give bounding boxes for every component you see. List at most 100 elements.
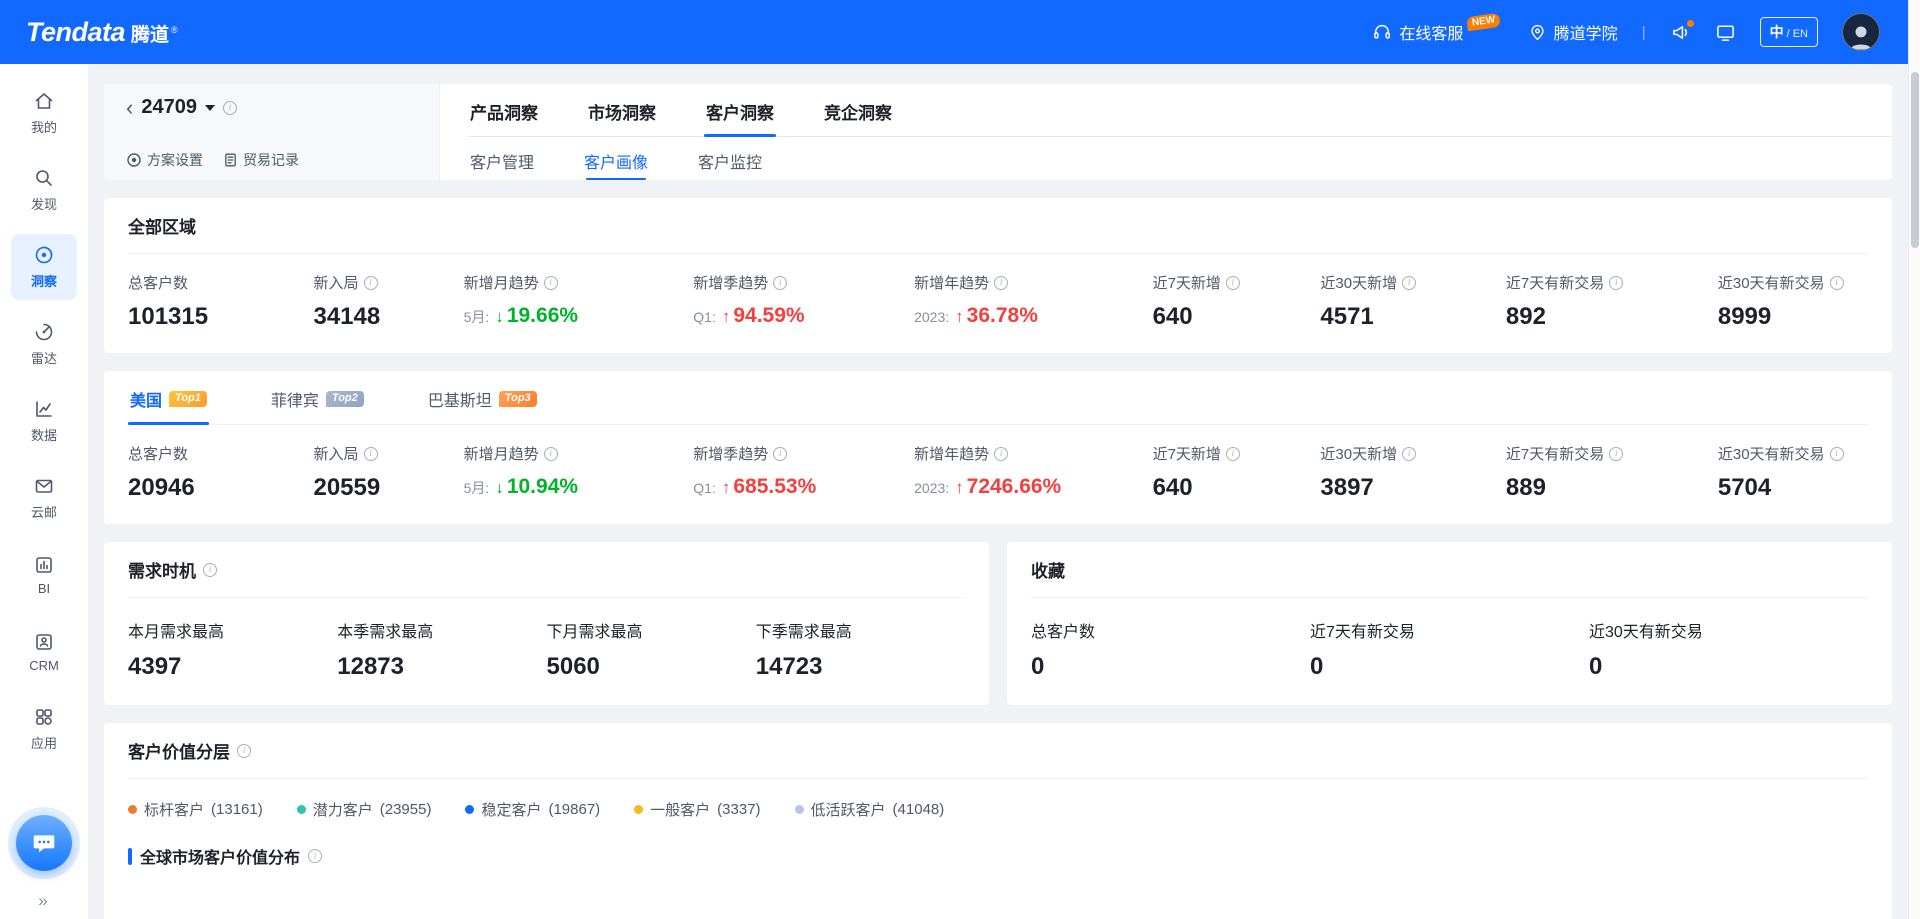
mail-icon [33, 475, 55, 497]
tendata-logo[interactable]: Tendata 腾道 ® [26, 17, 178, 48]
plan-settings-label: 方案设置 [147, 150, 203, 170]
info-icon[interactable] [544, 447, 558, 461]
country-name: 菲律宾 [271, 387, 319, 411]
trend-prefix: 5月: [464, 310, 490, 324]
country-tab-usa[interactable]: 美国 Top1 [128, 371, 209, 424]
info-icon[interactable] [1830, 447, 1844, 461]
info-icon[interactable] [1402, 276, 1416, 290]
info-icon[interactable] [1226, 447, 1240, 461]
tab-customer-monitoring[interactable]: 客户监控 [696, 137, 764, 180]
main-tabs: 产品洞察 市场洞察 客户洞察 竞企洞察 [468, 84, 1892, 137]
sidebar-item-label: 我的 [31, 117, 57, 136]
info-icon[interactable] [1402, 447, 1416, 461]
trend-down-arrow-icon: ↓ [495, 308, 504, 325]
legend-label: 稳定客户 [481, 799, 541, 820]
info-icon[interactable] [203, 563, 217, 577]
new-badge: NEW [1467, 13, 1502, 32]
tab-customer-management[interactable]: 客户管理 [468, 137, 536, 180]
stat-demand-next-quarter: 下季需求最高 14723 [756, 618, 965, 679]
tab-product-insight[interactable]: 产品洞察 [468, 84, 540, 136]
info-icon[interactable] [994, 447, 1008, 461]
favorites-title: 收藏 [1031, 557, 1065, 582]
sidebar-item-bi[interactable]: BI [11, 542, 77, 608]
sidebar-item-cloudmail[interactable]: 云邮 [11, 465, 77, 531]
trade-records-link[interactable]: 贸易记录 [223, 150, 299, 170]
info-icon[interactable] [223, 101, 237, 115]
language-toggle[interactable]: 中 / EN [1760, 17, 1818, 47]
info-icon[interactable] [994, 276, 1008, 290]
stat-label: 近7天有新交易 [1506, 443, 1604, 464]
sidebar-item-insight[interactable]: 洞察 [11, 234, 77, 300]
info-icon[interactable] [1609, 276, 1623, 290]
online-service-link[interactable]: 在线客服 NEW [1372, 20, 1503, 44]
legend-item-general[interactable]: 一般客户 (3337) [634, 799, 760, 820]
stat-value: 892 [1506, 305, 1718, 329]
legend-item-benchmark[interactable]: 标杆客户 (13161) [128, 799, 263, 820]
tab-customer-insight[interactable]: 客户洞察 [704, 84, 776, 136]
country-tab-pakistan[interactable]: 巴基斯坦 Top3 [426, 371, 539, 424]
stat-value: 20946 [128, 476, 313, 500]
academy-link[interactable]: 腾道学院 [1528, 20, 1618, 44]
sidebar-item-apps[interactable]: 应用 [11, 696, 77, 762]
scrollbar[interactable] [1908, 0, 1920, 919]
stat-fav-new-deals-30d: 近30天有新交易 0 [1589, 618, 1868, 679]
country-stats-row: 总客户数 20946 新入局 20559 新增月趋势 5月: ↓ 10.94% [128, 425, 1868, 524]
trend-value: 10.94% [507, 476, 578, 497]
sub-tabs: 客户管理 客户画像 客户监控 [468, 137, 1892, 180]
sidebar-item-crm[interactable]: CRM [11, 619, 77, 685]
trade-records-label: 贸易记录 [243, 150, 299, 170]
caret-down-icon[interactable] [205, 105, 215, 111]
stat-new-deals-30d: 近30天有新交易 5704 [1718, 443, 1868, 500]
stat-value: 8999 [1718, 305, 1868, 329]
info-icon[interactable] [1609, 447, 1623, 461]
demand-title: 需求时机 [128, 557, 196, 582]
user-icon [1846, 22, 1876, 50]
academy-label: 腾道学院 [1554, 20, 1618, 44]
legend-count: (3337) [717, 801, 760, 818]
workbench-button[interactable] [1715, 22, 1736, 43]
back-icon[interactable]: ‹ [126, 97, 133, 119]
legend-item-potential[interactable]: 潜力客户 (23955) [297, 799, 432, 820]
country-tab-philippines[interactable]: 菲律宾 Top2 [269, 371, 366, 424]
info-icon[interactable] [773, 276, 787, 290]
info-icon[interactable] [308, 849, 322, 863]
stat-total-customers: 总客户数 101315 [128, 272, 313, 329]
trend-prefix: Q1: [693, 481, 716, 495]
info-icon[interactable] [364, 447, 378, 461]
info-icon[interactable] [364, 276, 378, 290]
plan-id[interactable]: 24709 [141, 96, 197, 119]
info-icon[interactable] [237, 744, 251, 758]
sidebar-item-data[interactable]: 数据 [11, 388, 77, 454]
legend-label: 潜力客户 [313, 799, 373, 820]
feedback-button[interactable] [1670, 22, 1691, 43]
legend-item-stable[interactable]: 稳定客户 (19867) [465, 799, 600, 820]
tab-competitor-insight[interactable]: 竞企洞察 [822, 84, 894, 136]
legend-item-low-activity[interactable]: 低活跃客户 (41048) [795, 799, 945, 820]
sidebar-item-radar[interactable]: 雷达 [11, 311, 77, 377]
tab-customer-profile[interactable]: 客户画像 [582, 137, 650, 180]
info-icon[interactable] [1830, 276, 1844, 290]
sidebar-item-label: 云邮 [31, 502, 57, 521]
legend-dot [297, 805, 306, 814]
tab-market-insight[interactable]: 市场洞察 [586, 84, 658, 136]
avatar[interactable] [1842, 13, 1880, 51]
stat-value: 34148 [313, 305, 463, 329]
scrollbar-thumb[interactable] [1911, 72, 1919, 248]
chat-button[interactable] [16, 815, 72, 871]
stat-new-30d: 近30天新增 3897 [1320, 443, 1505, 500]
sidebar-item-label: 数据 [31, 425, 57, 444]
search-icon [33, 167, 55, 189]
info-icon[interactable] [1226, 276, 1240, 290]
info-icon[interactable] [773, 447, 787, 461]
chat-bubble-icon [31, 830, 57, 856]
sidebar-item-mine[interactable]: 我的 [11, 80, 77, 146]
stat-quarterly-trend: 新增季趋势 Q1: ↑ 94.59% [693, 272, 914, 329]
stat-new-deals-7d: 近7天有新交易 892 [1506, 272, 1718, 329]
sidebar-item-discover[interactable]: 发现 [11, 157, 77, 223]
legend-dot [634, 805, 643, 814]
info-icon[interactable] [544, 276, 558, 290]
plan-settings-link[interactable]: 方案设置 [126, 150, 203, 170]
top-header: Tendata 腾道 ® 在线客服 NEW 腾道学院 | [0, 0, 1908, 64]
stat-value: 5060 [547, 655, 756, 679]
collapse-sidebar-button[interactable]: » [0, 891, 88, 911]
